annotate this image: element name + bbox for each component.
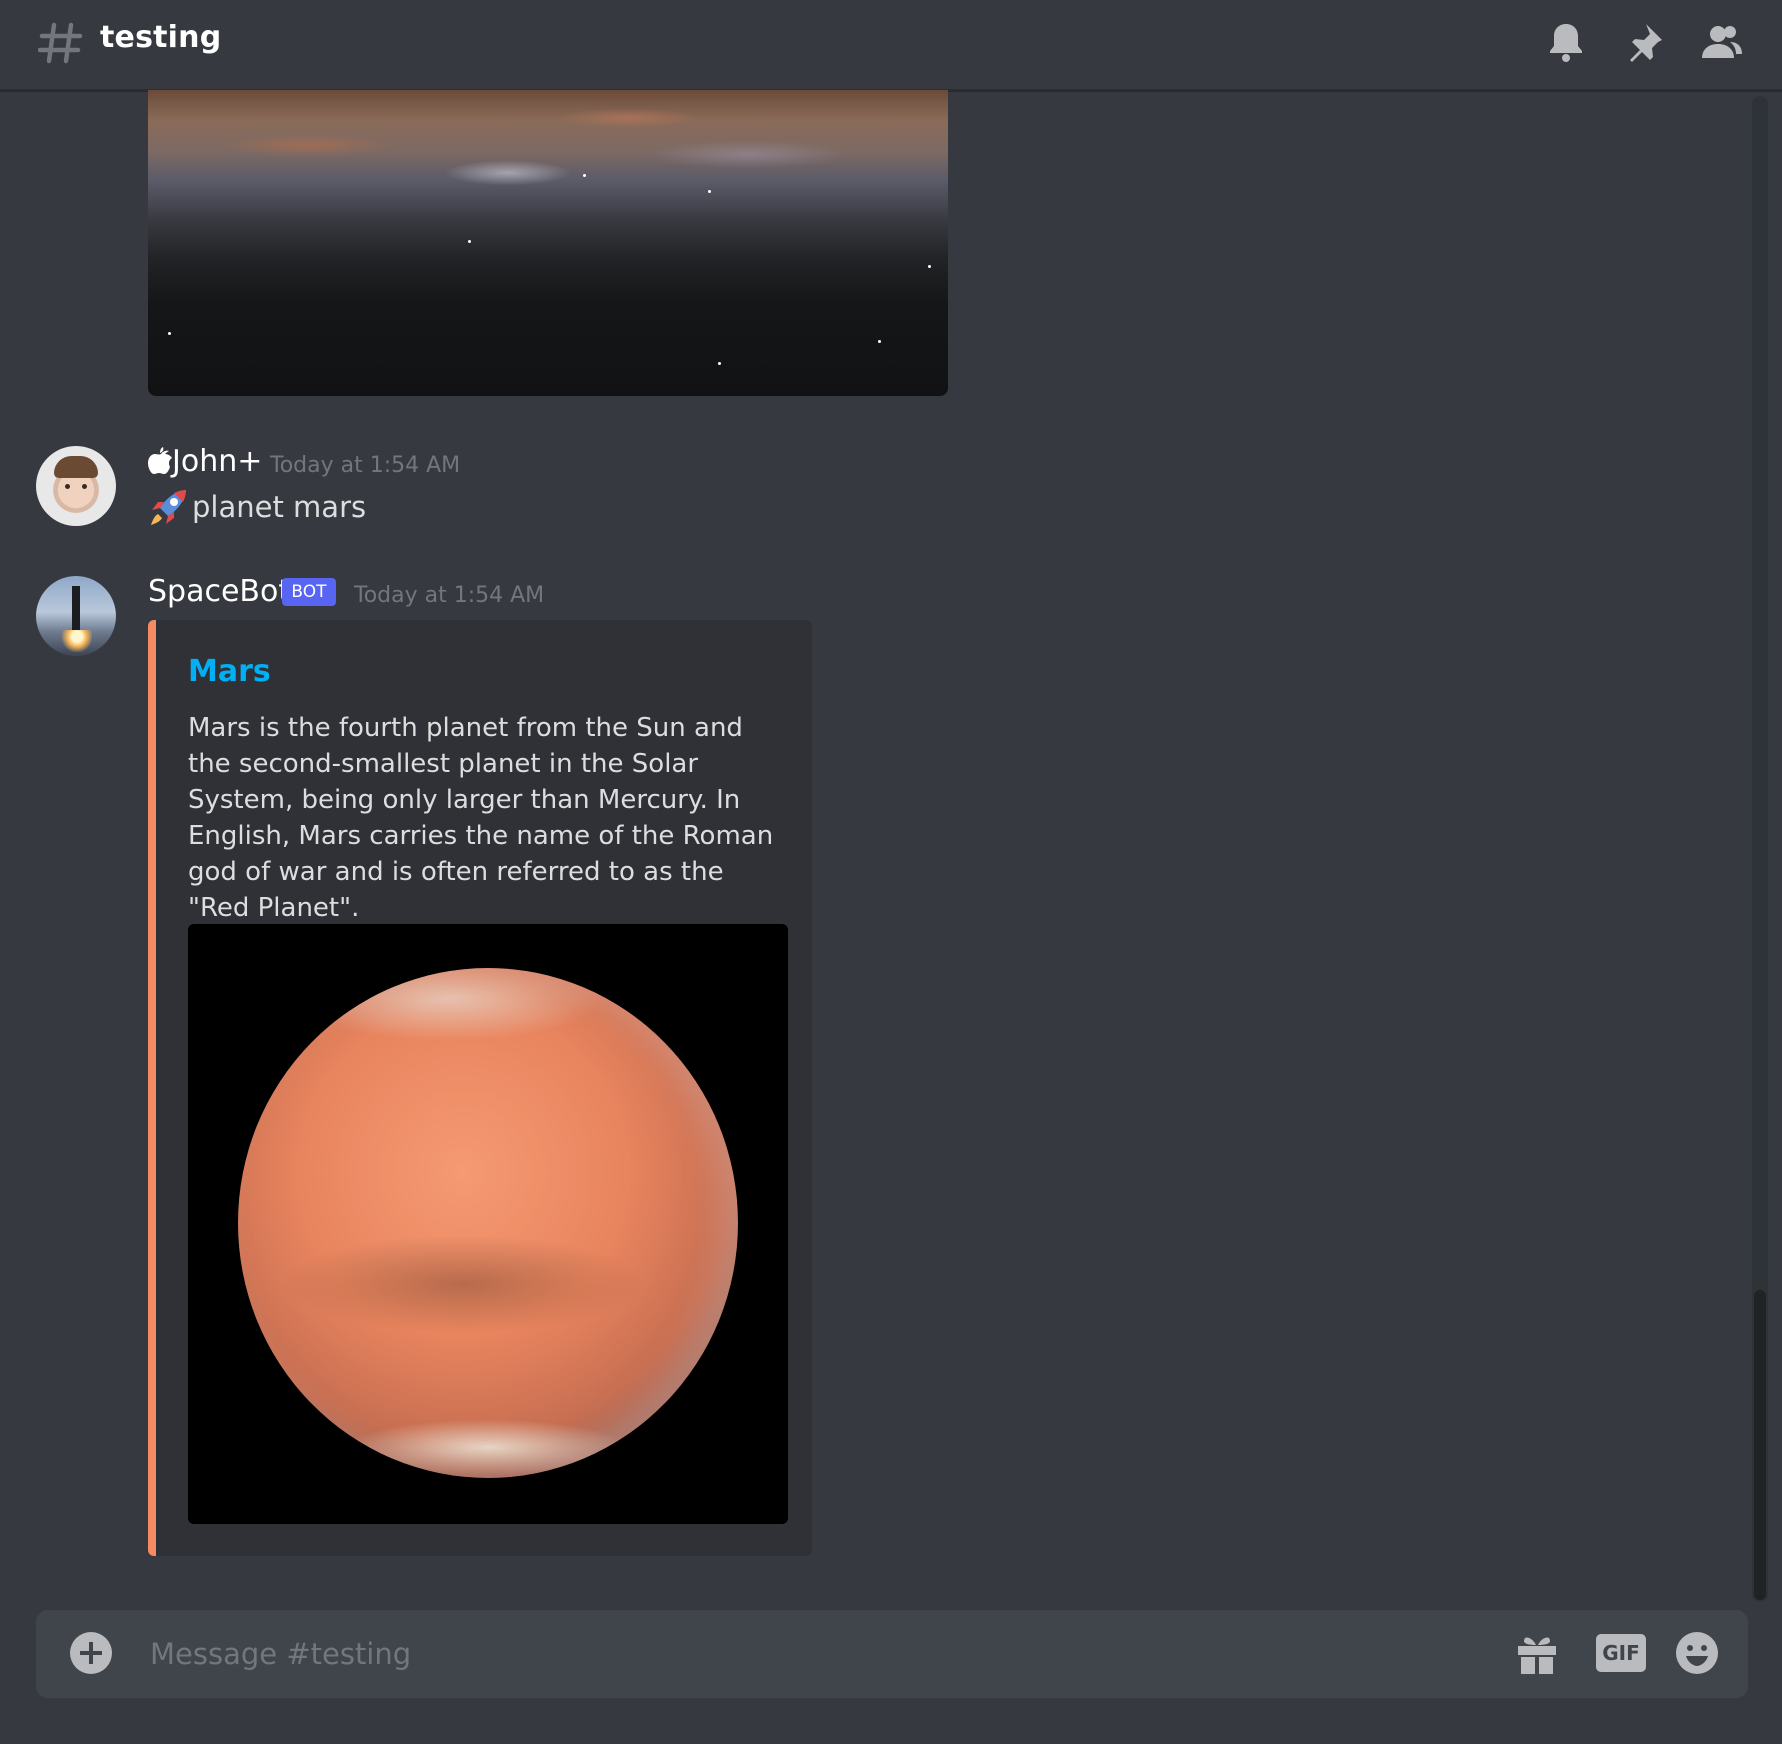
scrollbar-thumb[interactable] bbox=[1754, 1290, 1766, 1600]
message-input[interactable] bbox=[148, 1628, 1428, 1680]
mars-planet-image bbox=[238, 968, 738, 1478]
message-author[interactable]: SpaceBot bbox=[148, 574, 290, 609]
pin-icon[interactable] bbox=[1622, 20, 1666, 64]
message-timestamp: Today at 1:54 AM bbox=[270, 453, 461, 478]
message-text: planet mars bbox=[192, 490, 367, 524]
notification-bell-icon[interactable] bbox=[1544, 20, 1588, 64]
member-list-icon[interactable] bbox=[1700, 20, 1744, 64]
channel-name: testing bbox=[100, 20, 222, 55]
apple-logo-icon bbox=[148, 447, 172, 474]
avatar-spacebot[interactable] bbox=[36, 576, 116, 656]
plus-icon bbox=[80, 1642, 102, 1664]
gift-icon[interactable] bbox=[1514, 1630, 1560, 1676]
embed-description: Mars is the fourth planet from the Sun a… bbox=[188, 713, 774, 923]
upload-plus-button[interactable] bbox=[70, 1632, 112, 1674]
message-timestamp: Today at 1:54 AM bbox=[354, 583, 545, 608]
emoji-picker-icon[interactable] bbox=[1674, 1630, 1720, 1676]
embed-title[interactable]: Mars bbox=[188, 654, 271, 689]
avatar-john[interactable] bbox=[36, 446, 116, 526]
hashtag-icon bbox=[38, 22, 83, 64]
message-author[interactable]: John+ bbox=[172, 444, 262, 479]
rich-embed: Mars Mars is the fourth planet from the … bbox=[148, 620, 812, 1556]
gif-button[interactable]: GIF bbox=[1596, 1634, 1646, 1672]
embed-image-mars[interactable] bbox=[188, 924, 788, 1524]
rocket-emoji-icon bbox=[151, 490, 186, 525]
channel-header: testing bbox=[0, 0, 1782, 91]
message-composer: GIF bbox=[36, 1610, 1748, 1698]
attachment-image-milky-way[interactable] bbox=[148, 90, 948, 396]
bot-badge: BOT bbox=[282, 578, 336, 606]
